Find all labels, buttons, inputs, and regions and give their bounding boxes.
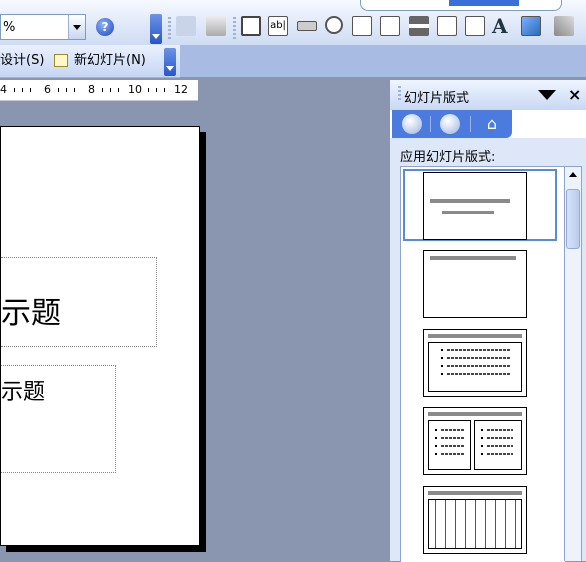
ask-question-box[interactable] [360,0,562,11]
subtitle-placeholder-text: 示题 [1,380,46,405]
task-pane-menu-icon[interactable] [538,90,556,100]
title-placeholder[interactable]: 示题 [1,257,157,347]
list-box-icon[interactable] [352,16,372,36]
design-button[interactable]: 设计(S) [0,51,44,71]
draw-table-icon[interactable] [176,16,196,36]
apply-layout-label: 应用幻灯片版式: [400,150,496,165]
scroll-thumb[interactable] [566,189,580,249]
ruler-tick [102,88,103,92]
zoom-value: % [3,20,16,35]
toolbar-grip[interactable] [168,17,171,39]
ruler-tick [66,88,67,92]
zoom-dropdown-button[interactable] [68,15,85,39]
new-slide-label: 新幻灯片(N) [74,53,146,68]
task-pane-title: 幻灯片版式 [404,91,470,106]
back-icon[interactable] [402,114,422,134]
slide-canvas[interactable]: 示题 示题 [0,126,200,546]
layout-title-and-text[interactable] [423,329,527,397]
gallery-scrollbar[interactable] [564,166,582,561]
ruler-tick [58,88,59,92]
ruler-number: 8 [88,83,95,96]
insert-hyperlink-icon[interactable] [206,16,226,36]
scroll-bar-icon[interactable] [465,16,485,36]
ruler-tick [74,88,75,92]
label-icon[interactable]: A [492,16,512,36]
toggle-button-icon[interactable] [409,16,429,36]
ruler-number: 6 [44,83,51,96]
ruler-tick [14,88,15,92]
layout-vertical-text[interactable] [423,486,527,554]
ruler-tick [156,88,157,92]
ruler-tick [110,88,111,92]
layout-gallery[interactable] [400,166,566,562]
zoom-combo[interactable]: % [0,14,86,40]
scroll-up-icon[interactable] [565,167,581,183]
layout-title-slide[interactable] [423,172,527,240]
checkbox-icon[interactable] [241,16,261,36]
new-slide-icon [54,54,68,67]
toolbar-grip[interactable] [233,17,236,39]
layout-title-only[interactable] [423,250,527,318]
formatting-toolbar: 设计(S) 新幻灯片(N) [0,45,180,78]
ruler-tick [148,88,149,92]
title-placeholder-text: 示题 [1,296,61,331]
forward-icon[interactable] [440,114,460,134]
horizontal-ruler[interactable]: 4 6 8 10 12 [0,80,198,101]
task-pane-nav: ⌂ [392,110,512,138]
help-icon: ? [96,18,114,36]
ruler-number: 10 [128,83,142,96]
toolbar-options-button[interactable] [150,14,162,44]
toolbar-options-button[interactable] [164,48,176,76]
more-controls-icon[interactable] [554,16,574,36]
subtitle-placeholder[interactable]: 示题 [1,365,116,473]
home-icon[interactable]: ⌂ [480,113,504,135]
nav-separator [430,116,431,132]
ruler-tick [22,88,23,92]
help-button[interactable]: ? [92,15,118,39]
layout-two-column-text[interactable] [423,407,527,475]
ruler-tick [30,88,31,92]
command-button-icon[interactable] [297,21,317,31]
task-pane-grip[interactable] [398,86,401,102]
text-box-control-icon[interactable]: ab| [268,16,288,36]
ruler-number: 12 [174,83,188,96]
spin-button-icon[interactable] [437,16,457,36]
ruler-tick [164,88,165,92]
option-button-icon[interactable] [325,16,343,34]
ask-question-highlight [449,0,519,6]
ruler-tick [118,88,119,92]
close-icon[interactable]: × [568,85,581,104]
combo-box-icon[interactable] [380,16,400,36]
slide-layout-task-pane: 幻灯片版式 × ⌂ 应用幻灯片版式: [390,80,586,562]
image-icon[interactable] [521,16,541,36]
toolbar-background [180,45,586,77]
ruler-number: 4 [0,83,7,96]
task-pane-header: 幻灯片版式 × [390,80,586,110]
nav-separator [470,116,471,132]
